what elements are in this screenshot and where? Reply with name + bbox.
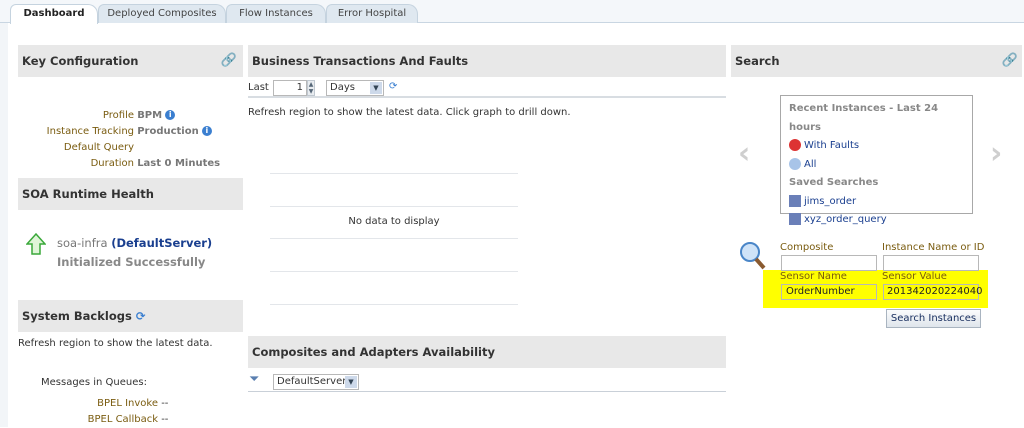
magnifier-icon — [740, 242, 766, 270]
composite-label: Composite — [780, 242, 834, 253]
runtime-header: SOA Runtime Health — [18, 178, 243, 210]
search-title: Search — [735, 54, 780, 68]
next-arrow-icon[interactable]: › — [990, 136, 1002, 171]
tab-deployed-composites[interactable]: Deployed Composites — [98, 4, 226, 23]
gridline — [270, 271, 518, 272]
backlogs-header: System Backlogs ⟳ — [18, 300, 243, 332]
bpel-invoke-label: BPEL Invoke — [97, 398, 158, 409]
tab-dashboard[interactable]: Dashboard — [10, 4, 98, 24]
runtime-title: SOA Runtime Health — [22, 187, 154, 201]
up-arrow-icon — [26, 233, 46, 255]
bpel-callback-label: BPEL Callback — [87, 414, 158, 425]
sensor-value-input[interactable]: 201342020224040 — [883, 284, 982, 300]
composite-input[interactable] — [781, 255, 877, 271]
bpel-invoke-value: -- — [161, 398, 169, 409]
saved-search-link[interactable]: jims_order — [804, 196, 856, 207]
tab-error-hospital[interactable]: Error Hospital — [326, 4, 418, 23]
chevron-down-icon: ▼ — [345, 376, 357, 388]
instance-label: Instance Name or ID — [882, 242, 985, 253]
recent-instances-box: Recent Instances - Last 24 hours With Fa… — [780, 95, 973, 225]
all-link[interactable]: All — [804, 159, 816, 170]
key-config-header: Key Configuration 🔗 — [18, 45, 243, 77]
business-refresh-text: Refresh region to show the latest data. … — [248, 107, 571, 118]
gridline — [270, 304, 518, 305]
runtime-status: Initialized Successfully — [57, 255, 206, 269]
availability-title: Composites and Adapters Availability — [252, 345, 495, 359]
queues-label: Messages in Queues: — [41, 377, 147, 388]
stepper-icon[interactable]: ▲ ▼ — [307, 80, 315, 96]
profile-value: BPM — [137, 110, 163, 121]
search-instances-button[interactable]: Search Instances — [886, 309, 981, 328]
tab-flow-instances[interactable]: Flow Instances — [226, 4, 326, 23]
info-icon[interactable]: i — [165, 110, 176, 120]
availability-header: Composites and Adapters Availability — [248, 336, 726, 368]
previous-arrow-icon[interactable]: ‹ — [738, 136, 750, 171]
clock-icon — [789, 157, 801, 170]
fault-icon — [789, 139, 801, 151]
server-name: soa-infra — [57, 236, 108, 250]
unit-select[interactable]: Days ▼ — [326, 80, 384, 96]
saved-search-link[interactable]: xyz_order_query — [804, 214, 887, 225]
gridline — [270, 206, 518, 207]
tab-bar: Dashboard Deployed Composites Flow Insta… — [0, 0, 1024, 24]
refresh-icon[interactable]: ⟳ — [389, 81, 397, 92]
unit-value: Days — [330, 82, 355, 93]
chevron-down-icon: ▼ — [370, 82, 382, 94]
refresh-icon[interactable]: ⟳ — [136, 309, 146, 323]
duration-value: Last 0 Minutes — [137, 158, 221, 169]
tracking-value: Production — [137, 126, 199, 137]
tracking-label: Instance Tracking — [46, 126, 134, 137]
link-icon[interactable]: 🔗 — [1002, 45, 1018, 77]
search-header: Search 🔗 — [731, 45, 1022, 77]
key-config-title: Key Configuration — [22, 54, 139, 68]
saved-title: Saved Searches — [789, 177, 879, 188]
gridline — [270, 238, 518, 239]
last-label: Last — [248, 82, 269, 93]
bpel-callback-value: -- — [161, 414, 169, 425]
backlogs-title: System Backlogs — [22, 309, 132, 323]
sensor-name-label: Sensor Name — [780, 271, 847, 282]
instance-input[interactable] — [883, 255, 979, 271]
queue-rows: BPEL Invoke -- BPEL Callback -- — [18, 396, 169, 428]
server-select-value: DefaultServer — [277, 376, 347, 387]
profile-label: Profile — [102, 110, 134, 121]
last-value-input[interactable]: 1 — [273, 80, 307, 96]
sensor-value-label: Sensor Value — [882, 271, 947, 282]
business-title: Business Transactions And Faults — [252, 54, 469, 68]
no-data-text: No data to display — [348, 216, 440, 227]
server-select[interactable]: DefaultServer ▼ — [273, 374, 359, 390]
availability-toolbar: ⏷ DefaultServer ▼ — [248, 372, 726, 392]
recent-title: Recent Instances - Last 24 hours — [789, 103, 939, 133]
with-faults-link[interactable]: With Faults — [804, 140, 859, 151]
filter-icon[interactable]: ⏷ — [249, 372, 259, 387]
runtime-body: soa-infra (DefaultServer) Initialized Su… — [57, 234, 212, 272]
backlogs-refresh-text: Refresh region to show the latest data. — [18, 338, 213, 349]
saved-search-icon — [789, 194, 801, 207]
left-edge — [0, 23, 8, 427]
business-toolbar: Last 1 ▲ ▼ Days ▼ ⟳ — [248, 79, 726, 98]
sensor-name-input[interactable]: OrderNumber — [781, 284, 877, 300]
info-icon[interactable]: i — [201, 126, 212, 136]
gridline — [270, 173, 518, 174]
saved-search-icon — [789, 213, 801, 225]
business-header: Business Transactions And Faults — [248, 45, 726, 77]
link-icon[interactable]: 🔗 — [221, 45, 237, 77]
server-link[interactable]: (DefaultServer) — [111, 236, 212, 250]
key-config-body: Profile BPM i Instance Tracking Producti… — [18, 108, 243, 172]
duration-label: Default Query Duration — [63, 142, 134, 169]
